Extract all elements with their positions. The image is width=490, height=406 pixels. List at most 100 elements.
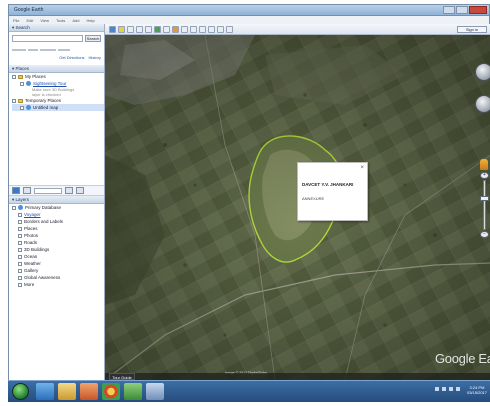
zoom-slider-handle[interactable] bbox=[480, 196, 489, 201]
street-view-pegman-icon[interactable] bbox=[480, 159, 488, 170]
layer-item[interactable]: Roads bbox=[12, 239, 104, 246]
path-icon[interactable] bbox=[136, 25, 143, 33]
maximize-button[interactable] bbox=[456, 6, 468, 14]
layer-item[interactable]: Places bbox=[12, 225, 104, 232]
close-window-button[interactable] bbox=[469, 6, 487, 14]
zoom-out-button[interactable]: − bbox=[480, 231, 489, 238]
checkbox[interactable] bbox=[12, 98, 16, 103]
search-button[interactable]: Search bbox=[85, 35, 101, 42]
save-image-icon[interactable] bbox=[217, 25, 224, 33]
internet-explorer-icon[interactable] bbox=[36, 383, 54, 400]
file-explorer-icon[interactable] bbox=[58, 383, 76, 400]
layer-item[interactable]: Borders and Labels bbox=[12, 218, 104, 225]
folder-icon bbox=[18, 74, 23, 79]
google-earth-logo: Google Earth bbox=[435, 351, 490, 366]
move-control[interactable] bbox=[475, 95, 490, 113]
planets-icon[interactable] bbox=[181, 25, 188, 33]
places-item-my-places[interactable]: My Places bbox=[12, 73, 104, 80]
layer-item[interactable]: Photos bbox=[12, 232, 104, 239]
layer-item[interactable]: Global Awareness bbox=[12, 274, 104, 281]
system-tray bbox=[435, 387, 460, 391]
window-title: Google Earth bbox=[14, 7, 44, 13]
layer-item[interactable]: 3D Buildings bbox=[12, 246, 104, 253]
sidebar: ▾ Search Search Get Directions History ▾… bbox=[9, 24, 105, 380]
history-link[interactable]: History bbox=[89, 55, 101, 60]
chrome-icon[interactable] bbox=[102, 383, 120, 400]
menu-help[interactable]: Help bbox=[86, 18, 94, 23]
start-button[interactable] bbox=[12, 383, 29, 400]
placemark-icon[interactable] bbox=[118, 25, 125, 33]
search-options bbox=[12, 47, 101, 52]
placemark-title: DAVCET Y.V. JHANKARI bbox=[302, 182, 354, 187]
up-arrow-icon[interactable] bbox=[65, 187, 73, 194]
tour-guide-button[interactable]: Tour Guide bbox=[109, 373, 135, 380]
placemark-info-balloon: × DAVCET Y.V. JHANKARI ANNEXURE bbox=[297, 162, 368, 221]
layer-item[interactable]: Voyager bbox=[12, 211, 104, 218]
checkbox[interactable] bbox=[20, 81, 24, 86]
menu-file[interactable]: File bbox=[13, 18, 19, 23]
menu-bar: File Edit View Tools Add Help bbox=[9, 16, 489, 24]
view-in-maps-icon[interactable] bbox=[226, 25, 233, 33]
folder-icon bbox=[18, 98, 23, 103]
placemark-description: ANNEXURE bbox=[302, 196, 325, 201]
places-item-temporary-places[interactable]: Temporary Places bbox=[12, 97, 104, 104]
layer-item[interactable]: Gallery bbox=[12, 267, 104, 274]
tour-icon bbox=[26, 81, 31, 86]
database-icon bbox=[18, 205, 23, 210]
sign-in-button[interactable]: Sign in bbox=[457, 25, 487, 33]
minimize-button[interactable] bbox=[443, 6, 455, 14]
print-icon[interactable] bbox=[208, 25, 215, 33]
places-toolbar bbox=[9, 185, 104, 196]
search-input[interactable] bbox=[12, 35, 83, 42]
zoom-in-button[interactable]: + bbox=[480, 172, 489, 179]
polygon-icon[interactable] bbox=[127, 25, 134, 33]
menu-view[interactable]: View bbox=[40, 18, 49, 23]
show-icon[interactable] bbox=[23, 187, 31, 194]
look-compass-control[interactable] bbox=[475, 63, 490, 81]
close-icon[interactable]: × bbox=[360, 165, 364, 171]
layer-item[interactable]: Primary Database bbox=[12, 204, 104, 211]
record-tour-icon[interactable] bbox=[154, 25, 161, 33]
places-tree: My Places Sightseeing Tour Make sure 3D … bbox=[9, 73, 104, 111]
image-overlay-icon[interactable] bbox=[145, 25, 152, 33]
windows-taskbar: 3:24 PM 03/15/2017 bbox=[8, 380, 490, 402]
battery-icon[interactable] bbox=[456, 387, 460, 391]
title-bar[interactable]: Google Earth bbox=[9, 5, 489, 16]
taskbar-clock[interactable]: 3:24 PM 03/15/2017 bbox=[467, 385, 487, 395]
get-directions-link[interactable]: Get Directions bbox=[59, 55, 84, 60]
status-bar bbox=[105, 373, 490, 380]
menu-add[interactable]: Add bbox=[72, 18, 79, 23]
volume-icon[interactable] bbox=[442, 387, 446, 391]
google-earth-taskbar-icon[interactable] bbox=[124, 383, 142, 400]
zoom-slider[interactable] bbox=[483, 180, 486, 230]
checkbox[interactable] bbox=[12, 74, 16, 79]
places-item-sightseeing-tour[interactable]: Sightseeing Tour bbox=[12, 80, 104, 87]
places-panel-header[interactable]: ▾ Places bbox=[9, 65, 104, 73]
flag-icon[interactable] bbox=[449, 387, 453, 391]
sunlight-icon[interactable] bbox=[172, 25, 179, 33]
down-arrow-icon[interactable] bbox=[76, 187, 84, 194]
map-toolbar: Sign in bbox=[105, 24, 490, 35]
email-icon[interactable] bbox=[199, 25, 206, 33]
search-panel-header[interactable]: ▾ Search bbox=[9, 24, 104, 32]
layer-item[interactable]: More bbox=[12, 281, 104, 288]
menu-tools[interactable]: Tools bbox=[56, 18, 65, 23]
layers-tree: Primary Database Voyager Borders and Lab… bbox=[9, 204, 104, 288]
places-item-untitled-map[interactable]: Untitled map bbox=[12, 104, 104, 111]
places-filter-input[interactable] bbox=[34, 187, 62, 194]
clock-date: 03/15/2017 bbox=[466, 390, 487, 395]
app-icon[interactable] bbox=[146, 383, 164, 400]
layers-panel-header[interactable]: ▾ Layers bbox=[9, 196, 104, 204]
google-earth-window: Google Earth File Edit View Tools Add He… bbox=[8, 4, 490, 380]
ruler-icon[interactable] bbox=[190, 25, 197, 33]
layer-item[interactable]: Ocean bbox=[12, 253, 104, 260]
checkbox[interactable] bbox=[20, 105, 24, 110]
map-viewport[interactable]: + − × DAVCET Y.V. JHANKARI ANNEXURE Goog… bbox=[105, 35, 490, 380]
historical-imagery-icon[interactable] bbox=[163, 25, 170, 33]
search-places-icon[interactable] bbox=[12, 187, 20, 194]
menu-edit[interactable]: Edit bbox=[26, 18, 33, 23]
layer-item[interactable]: Weather bbox=[12, 260, 104, 267]
hide-sidebar-icon[interactable] bbox=[109, 25, 116, 33]
network-icon[interactable] bbox=[435, 387, 439, 391]
media-player-icon[interactable] bbox=[80, 383, 98, 400]
